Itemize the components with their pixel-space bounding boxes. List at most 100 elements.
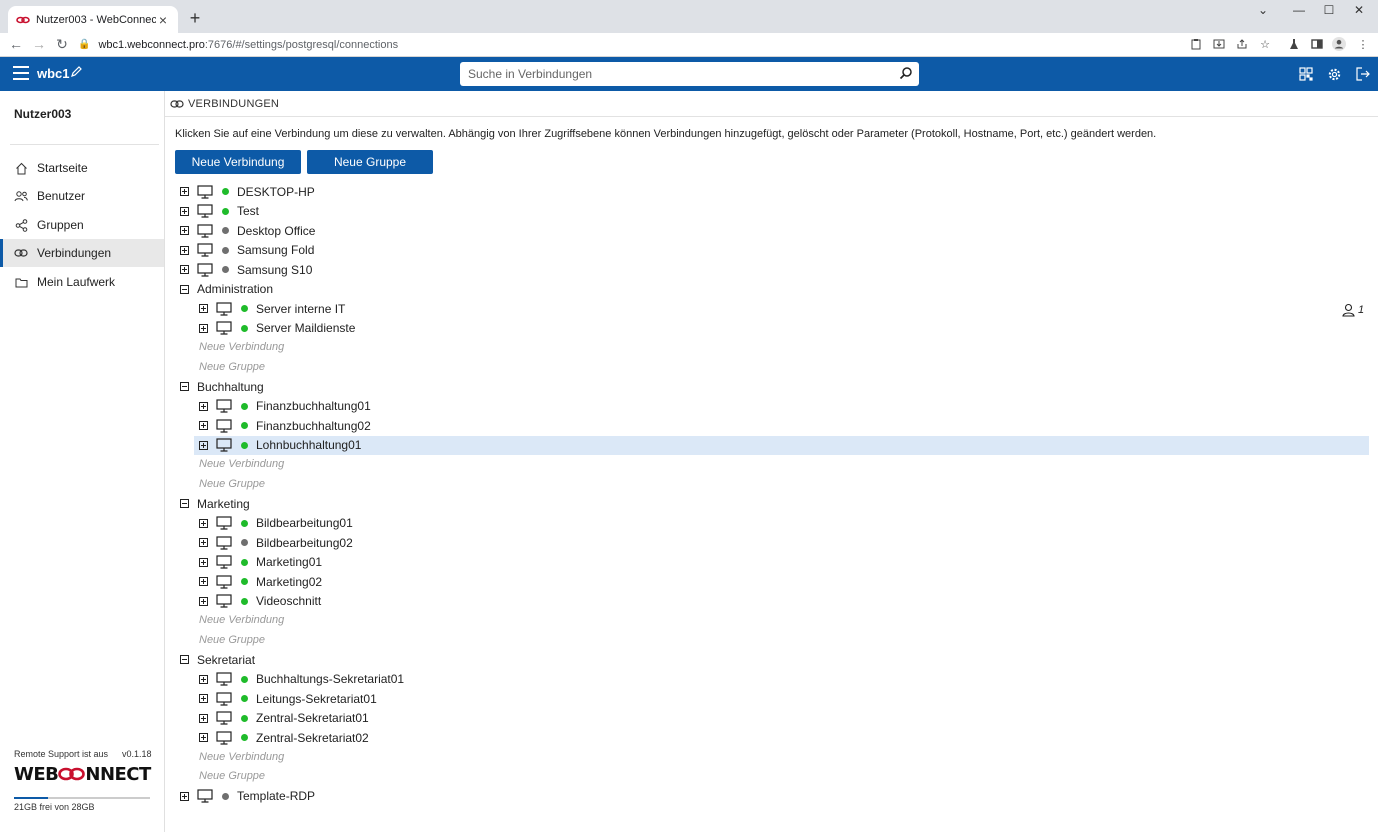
new-connection-placeholder[interactable]: Neue Verbindung bbox=[199, 341, 284, 353]
connection-name: Server Maildienste bbox=[256, 321, 356, 335]
group-row[interactable]: Sekretariat bbox=[180, 650, 255, 669]
qr-code-icon[interactable] bbox=[1297, 65, 1315, 83]
expand-plus-icon[interactable] bbox=[199, 694, 208, 703]
connection-row[interactable]: Buchhaltungs-Sekretariat01 bbox=[199, 670, 404, 689]
sidebar-item-verbindungen[interactable]: Verbindungen bbox=[0, 239, 164, 267]
connection-row[interactable]: Zentral-Sekretariat01 bbox=[199, 709, 369, 728]
url-field[interactable]: 🔒 wbc1.webconnect.pro:7676/#/settings/po… bbox=[78, 35, 1178, 54]
connection-row[interactable]: Marketing01 bbox=[199, 553, 322, 572]
group-row[interactable]: Marketing bbox=[180, 494, 250, 513]
expand-plus-icon[interactable] bbox=[199, 440, 208, 450]
connection-row[interactable]: Finanzbuchhaltung02 bbox=[199, 416, 371, 435]
hamburger-menu-icon[interactable] bbox=[13, 66, 29, 80]
connection-row[interactable]: Samsung Fold bbox=[180, 241, 314, 260]
expand-plus-icon[interactable] bbox=[180, 245, 189, 255]
expand-plus-icon[interactable] bbox=[180, 791, 189, 801]
sidebar-item-gruppen[interactable]: Gruppen bbox=[0, 211, 164, 239]
back-icon[interactable]: ← bbox=[6, 34, 26, 54]
expand-plus-icon[interactable] bbox=[199, 713, 208, 723]
connection-row[interactable]: Marketing02 bbox=[199, 572, 322, 591]
sidebar-item-startseite[interactable]: Startseite bbox=[0, 154, 164, 182]
sidebar-item-mein-laufwerk[interactable]: Mein Laufwerk bbox=[0, 268, 164, 296]
maximize-icon[interactable]: ☐ bbox=[1312, 0, 1346, 20]
expand-plus-icon[interactable] bbox=[199, 538, 208, 547]
new-connection-placeholder[interactable]: Neue Verbindung bbox=[199, 751, 284, 763]
new-connection-button[interactable]: Neue Verbindung bbox=[175, 150, 301, 174]
main-content: VERBINDUNGEN Klicken Sie auf eine Verbin… bbox=[165, 91, 1378, 832]
new-connection-placeholder[interactable]: Neue Verbindung bbox=[199, 458, 284, 470]
connection-row[interactable]: Server interne IT bbox=[199, 299, 345, 318]
star-icon[interactable]: ☆ bbox=[1257, 36, 1273, 52]
connection-row[interactable]: Leitungs-Sekretariat01 bbox=[199, 689, 377, 708]
expand-plus-icon[interactable] bbox=[199, 577, 208, 586]
expand-plus-icon[interactable] bbox=[180, 226, 189, 235]
browser-menu-icon[interactable]: ⋮ bbox=[1355, 36, 1371, 52]
share-icon[interactable] bbox=[1234, 36, 1250, 52]
expand-plus-icon[interactable] bbox=[199, 674, 208, 684]
logout-icon[interactable] bbox=[1354, 65, 1372, 83]
connection-row[interactable]: Desktop Office bbox=[180, 221, 315, 240]
sidebar-item-label: Verbindungen bbox=[37, 246, 112, 260]
expand-plus-icon[interactable] bbox=[199, 557, 208, 567]
connection-row[interactable]: Template-RDP bbox=[180, 787, 315, 806]
search-icon[interactable] bbox=[899, 66, 913, 80]
connection-row[interactable]: Finanzbuchhaltung01 bbox=[199, 397, 371, 416]
minimize-icon[interactable]: — bbox=[1282, 0, 1316, 20]
expand-plus-icon[interactable] bbox=[199, 421, 208, 430]
new-connection-placeholder[interactable]: Neue Verbindung bbox=[199, 614, 284, 626]
reload-icon[interactable]: ↻ bbox=[52, 34, 72, 54]
collapse-minus-icon[interactable] bbox=[180, 284, 189, 294]
monitor-icon bbox=[216, 418, 232, 433]
connection-row[interactable]: Bildbearbeitung01 bbox=[199, 514, 353, 533]
connection-row[interactable]: DESKTOP-HP bbox=[180, 182, 315, 201]
expand-plus-icon[interactable] bbox=[199, 401, 208, 411]
forward-icon[interactable]: → bbox=[29, 34, 49, 54]
install-icon[interactable] bbox=[1211, 36, 1227, 52]
connection-row[interactable]: Lohnbuchhaltung01 bbox=[194, 435, 1369, 455]
connection-row[interactable]: Bildbearbeitung02 bbox=[199, 533, 353, 552]
search-input[interactable] bbox=[460, 62, 880, 86]
connection-row[interactable]: Server Maildienste bbox=[199, 319, 355, 338]
expand-plus-icon[interactable] bbox=[199, 323, 208, 333]
new-tab-icon[interactable]: + bbox=[186, 8, 204, 29]
tab-close-icon[interactable]: × bbox=[156, 12, 170, 28]
settings-gear-icon[interactable] bbox=[1325, 65, 1343, 83]
chevron-down-icon[interactable]: ⌄ bbox=[1246, 0, 1280, 20]
monitor-icon bbox=[197, 184, 213, 199]
expand-plus-icon[interactable] bbox=[180, 265, 189, 274]
status-online-dot bbox=[222, 207, 229, 215]
collapse-minus-icon[interactable] bbox=[180, 655, 189, 664]
expand-plus-icon[interactable] bbox=[180, 187, 189, 196]
expand-plus-icon[interactable] bbox=[199, 304, 208, 313]
status-online-dot bbox=[241, 597, 248, 605]
window-close-icon[interactable]: ✕ bbox=[1342, 0, 1376, 20]
new-group-placeholder[interactable]: Neue Gruppe bbox=[199, 478, 265, 490]
profile-icon[interactable] bbox=[1331, 36, 1347, 52]
connection-row[interactable]: Videoschnitt bbox=[199, 592, 321, 611]
sidebar-item-benutzer[interactable]: Benutzer bbox=[0, 182, 164, 210]
connection-row[interactable]: Test bbox=[180, 202, 259, 221]
collapse-minus-icon[interactable] bbox=[180, 382, 189, 391]
group-row[interactable]: Administration bbox=[180, 280, 273, 299]
new-group-placeholder[interactable]: Neue Gruppe bbox=[199, 361, 265, 373]
connection-row[interactable]: Samsung S10 bbox=[180, 260, 312, 279]
new-group-button[interactable]: Neue Gruppe bbox=[307, 150, 433, 174]
expand-plus-icon[interactable] bbox=[199, 518, 208, 528]
collapse-minus-icon[interactable] bbox=[180, 499, 189, 508]
lab-icon[interactable] bbox=[1286, 36, 1302, 52]
expand-plus-icon[interactable] bbox=[180, 206, 189, 216]
monitor-icon bbox=[216, 711, 232, 725]
connection-row[interactable]: Zentral-Sekretariat02 bbox=[199, 728, 369, 747]
monitor-icon bbox=[216, 574, 232, 589]
new-group-placeholder[interactable]: Neue Gruppe bbox=[199, 770, 265, 782]
expand-plus-icon[interactable] bbox=[199, 733, 208, 742]
group-row[interactable]: Buchhaltung bbox=[180, 377, 264, 396]
sidepanel-icon[interactable] bbox=[1309, 36, 1325, 52]
browser-tab[interactable]: Nutzer003 - WebConnect × bbox=[8, 6, 178, 33]
new-group-placeholder[interactable]: Neue Gruppe bbox=[199, 634, 265, 646]
edit-pencil-icon[interactable] bbox=[70, 66, 82, 81]
clipboard-icon[interactable] bbox=[1188, 36, 1204, 52]
group-name: Marketing bbox=[197, 496, 250, 511]
expand-plus-icon[interactable] bbox=[199, 596, 208, 606]
share-nodes-icon bbox=[14, 218, 28, 232]
